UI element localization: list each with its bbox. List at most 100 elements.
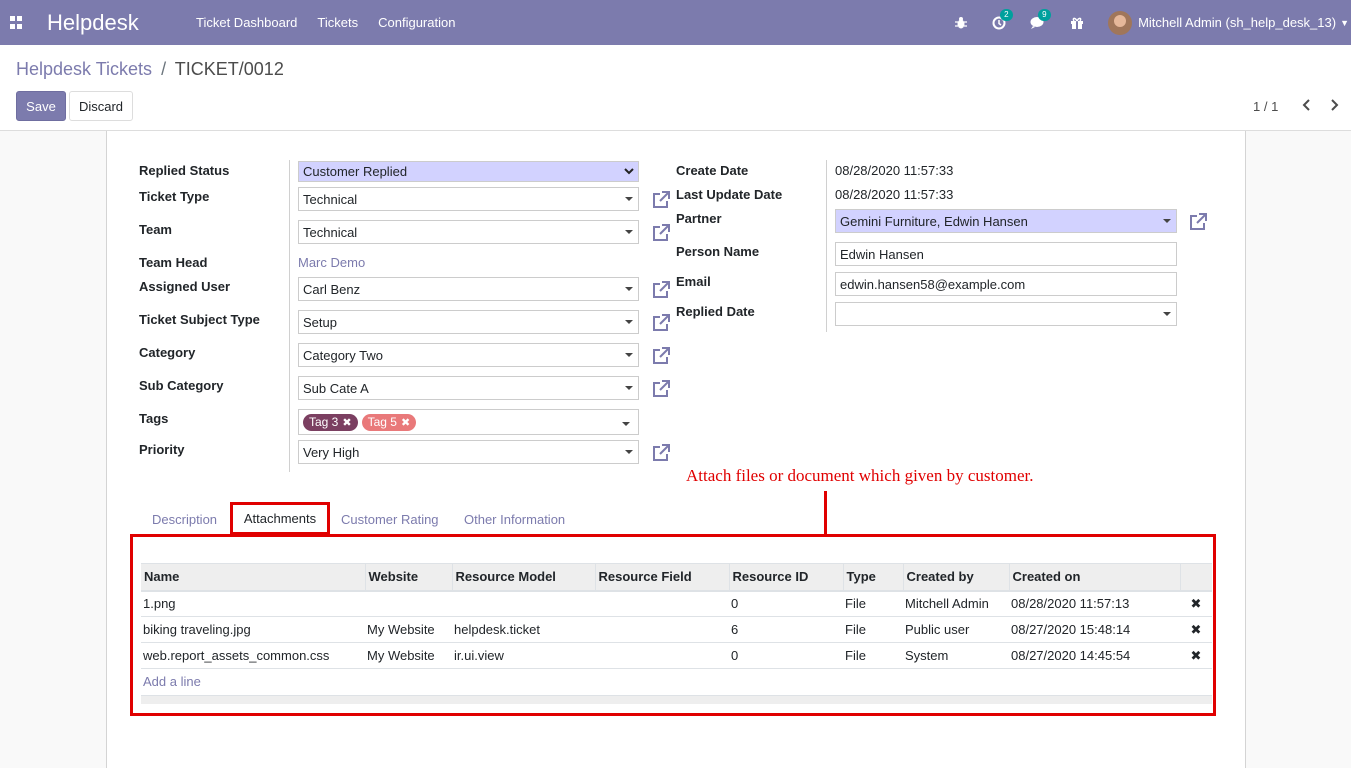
priority-value: Very High <box>303 444 360 460</box>
column-header[interactable]: Type <box>842 563 903 592</box>
app-brand[interactable]: Helpdesk <box>47 10 167 36</box>
cell-resource-id: 0 <box>729 590 843 617</box>
email-input[interactable]: edwin.hansen58@example.com <box>835 272 1177 296</box>
table-row[interactable]: biking traveling.jpg My Website helpdesk… <box>141 616 1212 643</box>
replied-date-input[interactable] <box>835 302 1177 326</box>
category-label: Category <box>139 345 196 360</box>
add-line-row: Add a line <box>141 669 1212 695</box>
column-header[interactable]: Created by <box>902 563 1009 592</box>
breadcrumb: Helpdesk Tickets / TICKET/0012 <box>16 59 284 80</box>
last-update-date-value: 08/28/2020 11:57:33 <box>835 187 954 202</box>
cell-name: 1.png <box>141 590 365 617</box>
menu-configuration[interactable]: Configuration <box>378 15 455 30</box>
top-navbar: Helpdesk Ticket Dashboard Tickets Config… <box>0 0 1351 45</box>
external-link-icon[interactable] <box>651 223 671 243</box>
remove-tag-icon[interactable]: ✖ <box>342 416 351 429</box>
person-name-value: Edwin Hansen <box>840 246 924 262</box>
dropdown-caret-icon <box>625 353 633 357</box>
ticket-type-label: Ticket Type <box>139 189 210 204</box>
menu-ticket-dashboard[interactable]: Ticket Dashboard <box>196 15 297 30</box>
menu-tickets[interactable]: Tickets <box>317 15 358 30</box>
messages-chat-icon[interactable]: 9 <box>1030 8 1051 30</box>
team-field[interactable]: Technical <box>298 220 639 244</box>
external-link-icon[interactable] <box>651 346 671 366</box>
tag-badge: Tag 3 ✖ <box>303 413 358 431</box>
category-field[interactable]: Category Two <box>298 343 639 367</box>
tab-attachments[interactable]: Attachments <box>230 502 330 535</box>
column-header[interactable]: Name <box>141 563 365 592</box>
dropdown-caret-icon <box>1163 219 1171 223</box>
dropdown-caret-icon <box>622 422 630 426</box>
external-link-icon[interactable] <box>651 190 671 210</box>
dropdown-caret-icon <box>1163 312 1171 316</box>
tab-customer-rating[interactable]: Customer Rating <box>341 512 439 527</box>
discard-button[interactable]: Discard <box>69 91 133 121</box>
team-head-label: Team Head <box>139 255 208 270</box>
column-header[interactable]: Created on <box>1008 563 1180 592</box>
gift-icon[interactable] <box>1070 16 1084 30</box>
activity-badge: 2 <box>1000 8 1013 21</box>
create-date-value: 08/28/2020 11:57:33 <box>835 163 954 178</box>
column-header[interactable]: Website <box>364 563 452 592</box>
last-update-date-label: Last Update Date <box>676 187 783 202</box>
external-link-icon[interactable] <box>651 379 671 399</box>
cell-resource-field <box>595 642 729 669</box>
table-row[interactable]: 1.png 0 File Mitchell Admin 08/28/2020 1… <box>141 590 1212 617</box>
column-header-delete <box>1179 563 1212 592</box>
delete-row-icon[interactable]: ✖ <box>1180 616 1212 643</box>
save-button[interactable]: Save <box>16 91 66 121</box>
user-avatar[interactable] <box>1108 10 1133 35</box>
team-head-link[interactable]: Marc Demo <box>298 255 365 270</box>
remove-tag-icon[interactable]: ✖ <box>401 416 410 429</box>
tab-other-information[interactable]: Other Information <box>464 512 565 527</box>
debug-bug-icon[interactable] <box>954 16 968 30</box>
cell-created-by: System <box>903 642 1009 669</box>
tab-description[interactable]: Description <box>152 512 217 527</box>
pager-value[interactable]: 1 / 1 <box>1253 99 1278 114</box>
priority-field[interactable]: Very High <box>298 440 639 464</box>
tags-label: Tags <box>139 411 169 426</box>
ticket-subject-type-label: Ticket Subject Type <box>139 312 260 327</box>
replied-date-label: Replied Date <box>676 304 755 319</box>
cell-name: web.report_assets_common.css <box>141 642 365 669</box>
person-name-input[interactable]: Edwin Hansen <box>835 242 1177 266</box>
cell-created-on: 08/27/2020 14:45:54 <box>1009 642 1180 669</box>
sub-category-field[interactable]: Sub Cate A <box>298 376 639 400</box>
apps-menu-icon[interactable] <box>10 16 23 29</box>
annotation-pointer-line <box>824 491 827 534</box>
delete-row-icon[interactable]: ✖ <box>1180 642 1212 669</box>
pager-next-icon[interactable] <box>1326 95 1342 115</box>
column-header[interactable]: Resource ID <box>728 563 843 592</box>
ticket-subject-type-value: Setup <box>303 314 337 330</box>
ticket-type-field[interactable]: Technical <box>298 187 639 211</box>
ticket-subject-type-field[interactable]: Setup <box>298 310 639 334</box>
partner-label: Partner <box>676 211 722 226</box>
user-menu-name[interactable]: Mitchell Admin (sh_help_desk_13) <box>1138 15 1336 30</box>
tag-badge: Tag 5 ✖ <box>361 413 417 431</box>
external-link-icon[interactable] <box>651 313 671 333</box>
add-line-link[interactable]: Add a line <box>143 674 201 689</box>
column-header[interactable]: Resource Field <box>594 563 729 592</box>
pager-previous-icon[interactable] <box>1299 95 1315 115</box>
activity-clock-icon[interactable]: 2 <box>992 8 1013 30</box>
external-link-icon[interactable] <box>1188 212 1208 232</box>
tags-field[interactable]: Tag 3 ✖ Tag 5 ✖ <box>298 409 639 435</box>
external-link-icon[interactable] <box>651 443 671 463</box>
table-row[interactable]: web.report_assets_common.css My Website … <box>141 642 1212 669</box>
replied-status-select[interactable]: Customer Replied <box>298 161 639 182</box>
dropdown-caret-icon <box>625 386 633 390</box>
external-link-icon[interactable] <box>651 280 671 300</box>
column-header[interactable]: Resource Model <box>451 563 595 592</box>
cell-name: biking traveling.jpg <box>141 616 365 643</box>
breadcrumb-parent-link[interactable]: Helpdesk Tickets <box>16 59 152 79</box>
assigned-user-label: Assigned User <box>139 279 231 294</box>
dropdown-caret-icon <box>625 230 633 234</box>
team-label: Team <box>139 222 172 237</box>
assigned-user-field[interactable]: Carl Benz <box>298 277 639 301</box>
delete-row-icon[interactable]: ✖ <box>1180 590 1212 617</box>
partner-field[interactable]: Gemini Furniture, Edwin Hansen <box>835 209 1177 233</box>
tag-name: Tag 5 <box>367 415 397 429</box>
user-menu-caret-icon[interactable]: ▼ <box>1340 18 1349 28</box>
cell-created-on: 08/27/2020 15:48:14 <box>1009 616 1180 643</box>
cell-resource-model <box>452 590 595 617</box>
